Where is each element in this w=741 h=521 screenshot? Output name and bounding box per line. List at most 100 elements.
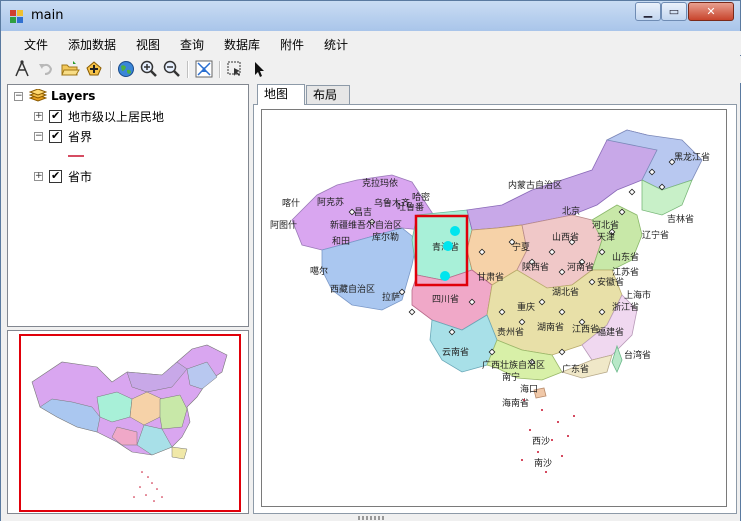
menu-bar: 文件 添加数据 视图 查询 数据库 附件 统计: [2, 31, 741, 55]
add-data-icon[interactable]: [84, 59, 104, 79]
overview-map[interactable]: [7, 330, 249, 514]
undo-icon[interactable]: [36, 59, 56, 79]
menu-query[interactable]: 查询: [180, 36, 204, 53]
map-tab-page: 黑龙江省 内蒙古自治区 吉林省 辽宁省 新疆维吾尔自治区 阿图什 克拉玛依 和田…: [253, 104, 737, 514]
expand-icon[interactable]: +: [34, 171, 43, 181]
map-label: 湖南省: [537, 321, 564, 333]
layer-name: 地市级以上居民地: [68, 109, 165, 124]
menu-add-data[interactable]: 添加数据: [68, 36, 116, 53]
map-label: 西沙: [532, 436, 550, 447]
collapse-icon[interactable]: −: [34, 131, 43, 141]
window-title: main: [31, 8, 64, 23]
toc-layer-row[interactable]: − 省界: [34, 128, 92, 144]
menu-view[interactable]: 视图: [136, 36, 160, 53]
map-label: 上海市: [624, 289, 651, 301]
globe-full-extent-icon[interactable]: [116, 59, 136, 79]
map-label: 浙江省: [612, 301, 639, 313]
layers-icon: [29, 89, 47, 102]
collapse-icon[interactable]: −: [14, 91, 23, 101]
menu-database[interactable]: 数据库: [224, 36, 260, 53]
map-label: 福建省: [597, 326, 624, 338]
maximize-icon: ▭: [668, 5, 680, 18]
toc-root-label: Layers: [51, 89, 96, 103]
maximize-button[interactable]: ▭: [661, 2, 687, 21]
map-label: 贵州省: [497, 326, 524, 338]
open-folder-icon[interactable]: [60, 59, 80, 79]
map-label: 噶尔: [310, 265, 328, 277]
layer-name: 省界: [68, 129, 93, 144]
splitter-grip[interactable]: [358, 516, 386, 520]
toc-root-row[interactable]: − Layers: [14, 88, 95, 104]
map-label: 广西壮族自治区: [482, 359, 545, 371]
map-label: 河南省: [567, 261, 594, 273]
close-icon: ✕: [706, 5, 716, 18]
menu-attachment[interactable]: 附件: [280, 36, 304, 53]
china-map: 黑龙江省 内蒙古自治区 吉林省 辽宁省 新疆维吾尔自治区 阿图什 克拉玛依 和田…: [270, 129, 710, 473]
title-bar: main ▁ ▭ ✕: [1, 1, 740, 31]
map-label: 克拉玛依: [362, 177, 398, 189]
layer-name: 省市: [68, 169, 93, 184]
minimize-button[interactable]: ▁: [635, 2, 661, 21]
toolbar-separator: [187, 61, 189, 78]
menu-file[interactable]: 文件: [24, 36, 48, 53]
map-label: 山西省: [552, 231, 579, 243]
map-label: 海口: [520, 383, 538, 395]
toc-layer-row[interactable]: + 省市: [34, 168, 92, 184]
map-label: 内蒙古自治区: [508, 179, 562, 191]
map-label: 云南省: [442, 346, 469, 358]
map-label: 哈密: [412, 191, 430, 203]
map-label: 吉林省: [667, 213, 694, 225]
map-label: 山东省: [612, 251, 639, 263]
toc-layer-row[interactable]: + 地市级以上居民地: [34, 108, 164, 124]
selected-point[interactable]: [450, 226, 460, 236]
map-label: 南宁: [502, 371, 520, 383]
pan-icon[interactable]: [194, 59, 214, 79]
app-icon: [10, 10, 23, 23]
map-label: 和田: [332, 236, 350, 247]
map-label: 阿克苏: [317, 196, 344, 208]
map-label: 库尔勒: [372, 231, 399, 243]
line-symbol-icon: [68, 155, 84, 157]
map-label: 江西省: [572, 323, 599, 335]
tab-map[interactable]: 地图: [257, 84, 305, 105]
close-button[interactable]: ✕: [688, 2, 734, 21]
toolbar-separator: [110, 61, 112, 78]
map-label: 陕西省: [522, 261, 549, 273]
map-label: 南沙: [534, 457, 552, 469]
identify-icon[interactable]: [12, 59, 32, 79]
expand-icon[interactable]: +: [34, 111, 43, 121]
selected-point[interactable]: [440, 271, 450, 281]
map-label: 广东省: [562, 363, 589, 375]
map-label: 西藏自治区: [330, 283, 375, 295]
map-label: 海南省: [502, 397, 529, 409]
menu-statistics[interactable]: 统计: [324, 36, 348, 53]
zoom-in-icon[interactable]: [139, 59, 159, 79]
map-label: 喀什: [282, 197, 300, 209]
zoom-out-icon[interactable]: [162, 59, 182, 79]
layer-visibility-checkbox[interactable]: [49, 129, 62, 143]
layer-visibility-checkbox[interactable]: [49, 169, 62, 183]
select-features-icon[interactable]: [225, 59, 245, 79]
map-label: 宁夏: [512, 241, 530, 253]
layer-visibility-checkbox[interactable]: [49, 109, 62, 123]
map-label: 拉萨: [382, 291, 400, 303]
map-label: 甘肃省: [477, 271, 504, 283]
map-label: 江苏省: [612, 266, 639, 278]
selected-point[interactable]: [443, 241, 453, 251]
table-of-contents: − Layers + 地市级以上居民地 − 省界 + 省市: [7, 84, 249, 327]
pointer-icon[interactable]: [249, 59, 269, 79]
map-label: 河北省: [592, 219, 619, 231]
overview-extent-frame[interactable]: [19, 334, 241, 512]
map-label: 北京: [562, 205, 580, 217]
map-label: 天津: [597, 232, 615, 243]
map-control[interactable]: 黑龙江省 内蒙古自治区 吉林省 辽宁省 新疆维吾尔自治区 阿图什 克拉玛依 和田…: [261, 109, 727, 507]
map-label: 四川省: [432, 293, 459, 305]
toolbar-separator: [219, 61, 221, 78]
minimize-icon: ▁: [643, 5, 653, 18]
map-label: 台湾省: [624, 349, 651, 361]
tab-layout[interactable]: 布局: [306, 85, 350, 104]
map-label: 昌吉: [354, 207, 372, 218]
map-label: 黑龙江省: [674, 151, 710, 163]
map-label: 湖北省: [552, 286, 579, 298]
main-window: main ▁ ▭ ✕ 文件 添加数据 视图 查询 数据库 附件 统计 − Lay…: [0, 0, 741, 521]
